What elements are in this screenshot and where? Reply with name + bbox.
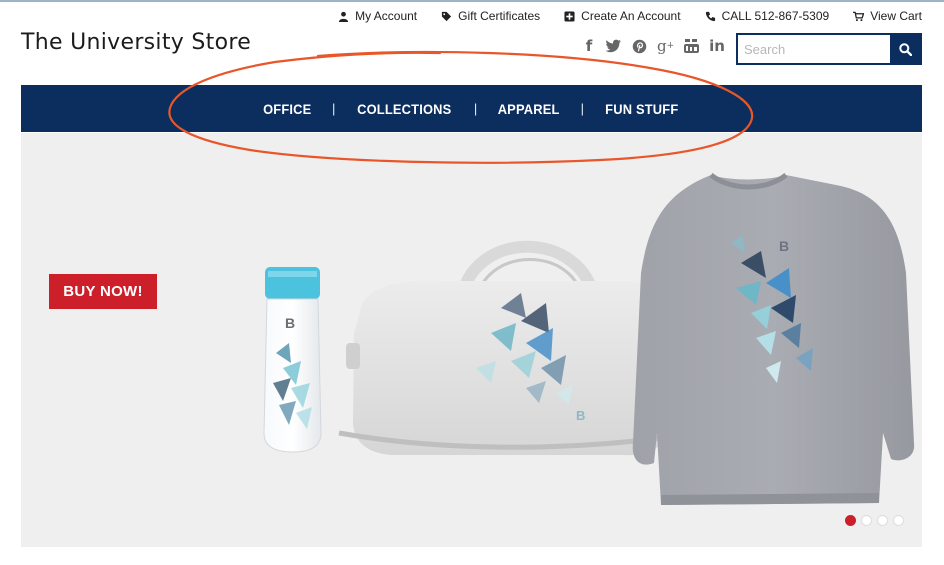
cart-icon	[853, 11, 865, 21]
sweatshirt-image: B	[632, 172, 915, 505]
hero-products-image: B B B	[263, 172, 915, 505]
nav-separator: |	[580, 101, 584, 116]
phone-label: CALL 512-867-5309	[721, 9, 830, 23]
carousel-dots	[845, 515, 904, 526]
twitter-icon[interactable]	[606, 38, 622, 54]
facebook-icon[interactable]: f	[582, 37, 596, 55]
nav-item-apparel[interactable]: APPAREL	[498, 101, 560, 117]
carousel-dot-3[interactable]	[877, 515, 888, 526]
search-icon	[898, 42, 912, 56]
my-account-label: My Account	[355, 9, 418, 23]
linkedin-icon[interactable]: in	[709, 37, 725, 55]
tag-icon	[442, 11, 452, 21]
carousel-dot-2[interactable]	[861, 515, 872, 526]
nav-separator: |	[473, 101, 478, 116]
youtube-icon[interactable]	[684, 38, 700, 54]
gift-certificates-link[interactable]: Gift Certificates	[441, 9, 540, 23]
search-button[interactable]	[890, 35, 920, 63]
svg-text:B: B	[779, 238, 789, 254]
google-plus-icon[interactable]: g +	[657, 37, 674, 55]
main-nav: OFFICE | COLLECTIONS | APPAREL | FUN STU…	[21, 85, 922, 132]
gift-certificates-label: Gift Certificates	[458, 9, 541, 23]
my-account-link[interactable]: My Account	[338, 9, 417, 23]
nav-item-office[interactable]: OFFICE	[264, 101, 312, 117]
phone-link[interactable]: CALL 512-867-5309	[705, 9, 830, 23]
create-account-link[interactable]: Create An Account	[564, 9, 681, 23]
view-cart-link[interactable]: View Cart	[853, 9, 922, 23]
water-bottle-image: B	[263, 267, 322, 453]
nav-separator: |	[331, 101, 336, 116]
store-title[interactable]: The University Store	[21, 30, 251, 55]
duffel-bag-image: B	[338, 240, 670, 456]
top-border	[0, 0, 944, 2]
nav-item-collections[interactable]: COLLECTIONS	[357, 101, 451, 117]
search-bar	[736, 33, 922, 65]
hero-banner: B B B BUY NOW!	[21, 133, 922, 547]
plus-square-icon	[564, 10, 575, 22]
social-links: f g + in	[582, 37, 725, 55]
view-cart-label: View Cart	[870, 9, 922, 23]
buy-now-button[interactable]: BUY NOW!	[49, 274, 157, 309]
utility-bar: My Account Gift Certificates Create An A…	[338, 9, 922, 23]
search-input[interactable]	[738, 35, 890, 63]
svg-text:B: B	[576, 408, 585, 423]
user-icon	[339, 11, 349, 22]
pinterest-icon[interactable]	[632, 38, 647, 54]
carousel-dot-1[interactable]	[845, 515, 856, 526]
svg-text:B: B	[285, 315, 295, 331]
nav-item-fun-stuff[interactable]: FUN STUFF	[605, 101, 678, 117]
carousel-dot-4[interactable]	[893, 515, 904, 526]
create-account-label: Create An Account	[581, 9, 681, 23]
phone-icon	[705, 11, 715, 21]
